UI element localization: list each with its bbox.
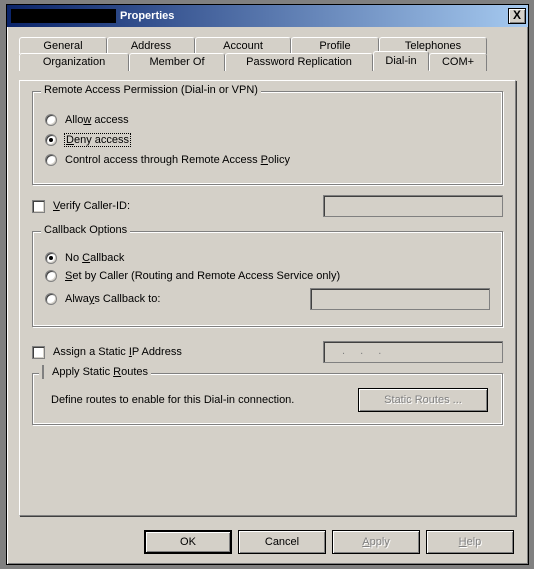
button-label: Apply (362, 536, 390, 548)
checkbox-static-ip[interactable] (32, 346, 45, 359)
group-legend: Callback Options (41, 224, 130, 236)
group-static-routes: Apply Static Routes Define routes to ena… (32, 373, 503, 425)
radio-set-by-caller[interactable]: Set by Caller (Routing and Remote Access… (45, 270, 490, 282)
dialog-content: General Address Account Profile Telephon… (7, 27, 528, 564)
tab-profile[interactable]: Profile (291, 37, 379, 54)
radio-label: Deny access (65, 134, 130, 146)
group-legend: Remote Access Permission (Dial-in or VPN… (41, 84, 261, 96)
tab-password-replication[interactable]: Password Replication (225, 53, 373, 71)
radio-icon (45, 293, 57, 305)
radio-icon (45, 252, 57, 264)
radio-label: Control access through Remote Access Pol… (65, 154, 290, 166)
radio-icon (45, 154, 57, 166)
titlebar: Properties X (7, 5, 528, 27)
radio-label: No Callback (65, 252, 124, 264)
button-label: Static Routes ... (384, 394, 462, 406)
row-static-ip: Assign a Static IP Address . . . (32, 341, 503, 363)
static-routes-button[interactable]: Static Routes ... (358, 388, 488, 412)
checkbox-label: Assign a Static IP Address (53, 346, 182, 358)
tab-label: Profile (319, 40, 350, 52)
tab-label: Account (223, 40, 263, 52)
tab-row-1: General Address Account Profile Telephon… (19, 37, 516, 54)
tab-organization[interactable]: Organization (19, 53, 129, 71)
checkbox-static-routes[interactable] (42, 365, 44, 379)
radio-policy-access[interactable]: Control access through Remote Access Pol… (45, 154, 490, 166)
radio-label: Set by Caller (Routing and Remote Access… (65, 270, 340, 282)
tab-panel-dial-in: Remote Access Permission (Dial-in or VPN… (19, 80, 516, 516)
ok-button[interactable]: OK (144, 530, 232, 554)
radio-label: Always Callback to: (65, 293, 160, 305)
input-caller-id[interactable] (323, 195, 503, 217)
input-callback-number[interactable] (310, 288, 490, 310)
group-remote-access: Remote Access Permission (Dial-in or VPN… (32, 91, 503, 185)
button-label: Cancel (265, 536, 299, 548)
tab-label: General (43, 40, 82, 52)
help-button[interactable]: Help (426, 530, 514, 554)
tab-label: Address (131, 40, 171, 52)
radio-icon (45, 270, 57, 282)
checkbox-label: Verify Caller-ID: (53, 200, 130, 212)
cancel-button[interactable]: Cancel (238, 530, 326, 554)
close-icon: X (513, 8, 521, 22)
tab-label: COM+ (442, 56, 474, 68)
checkbox-label: Apply Static Routes (52, 366, 148, 378)
tab-member-of[interactable]: Member Of (129, 53, 225, 71)
tab-account[interactable]: Account (195, 37, 291, 54)
tabstrip: General Address Account Profile Telephon… (19, 37, 516, 81)
ip-dots: . . . (342, 345, 387, 357)
tab-general[interactable]: General (19, 37, 107, 54)
tab-label: Organization (43, 56, 105, 68)
radio-always-callback[interactable]: Always Callback to: (45, 288, 490, 310)
properties-dialog: Properties X General Address Account Pro… (6, 4, 529, 565)
tab-label: Dial-in (385, 55, 416, 67)
radio-icon (45, 134, 57, 146)
radio-no-callback[interactable]: No Callback (45, 252, 490, 264)
input-static-ip[interactable]: . . . (323, 341, 503, 363)
button-label: Help (459, 536, 482, 548)
radio-label: Allow access (65, 114, 129, 126)
dialog-buttons: OK Cancel Apply Help (144, 530, 514, 554)
tab-com-plus[interactable]: COM+ (429, 53, 487, 71)
radio-deny-access[interactable]: Deny access (45, 134, 490, 146)
close-button[interactable]: X (508, 8, 526, 24)
row-verify-caller-id: Verify Caller-ID: (32, 195, 503, 217)
group-legend: Apply Static Routes (39, 366, 151, 378)
apply-button[interactable]: Apply (332, 530, 420, 554)
button-label: OK (180, 536, 196, 548)
radio-allow-access[interactable]: Allow access (45, 114, 490, 126)
window-title: Properties (120, 10, 508, 22)
tab-dial-in[interactable]: Dial-in (373, 51, 429, 71)
radio-icon (45, 114, 57, 126)
title-redacted (11, 9, 116, 23)
tab-address[interactable]: Address (107, 37, 195, 54)
tab-row-2: Organization Member Of Password Replicat… (19, 53, 516, 71)
tab-label: Password Replication (246, 56, 352, 68)
static-routes-desc: Define routes to enable for this Dial-in… (51, 394, 358, 406)
tab-label: Member Of (149, 56, 204, 68)
checkbox-verify-caller-id[interactable] (32, 200, 45, 213)
group-callback-options: Callback Options No Callback Set by Call… (32, 231, 503, 327)
